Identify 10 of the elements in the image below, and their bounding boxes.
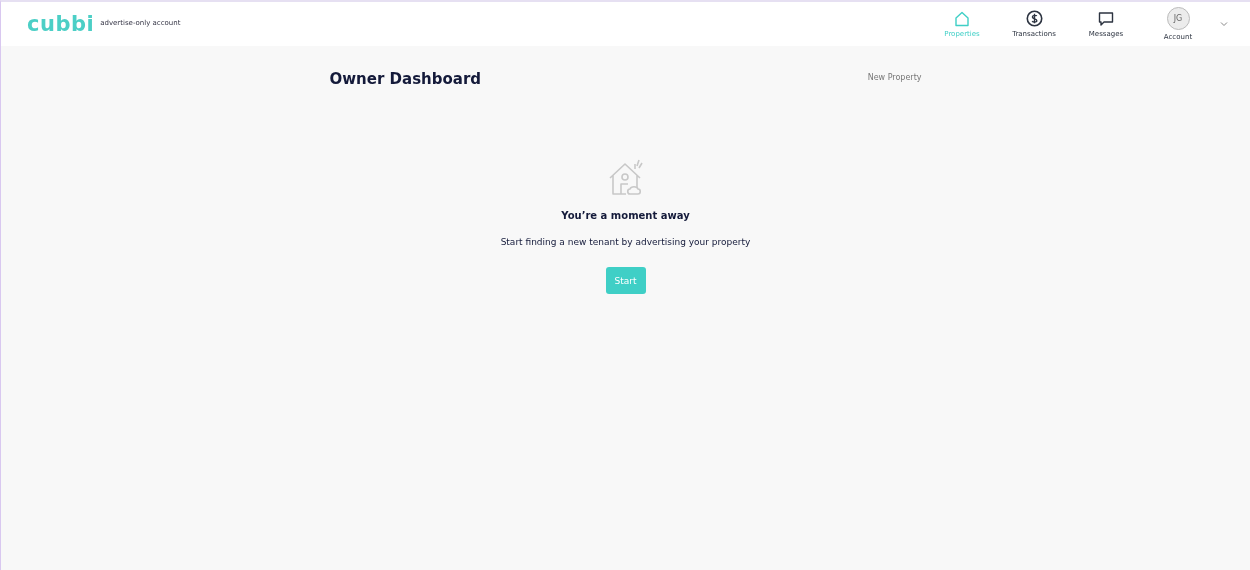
new-property-link[interactable]: New Property: [867, 73, 922, 82]
page-title: Owner Dashboard: [329, 70, 482, 88]
dollar-icon: [1025, 10, 1043, 27]
house-icon: [954, 10, 970, 27]
house-icon: [607, 158, 644, 196]
empty-state-heading: You’re a moment away: [561, 210, 690, 221]
avatar: JG: [1166, 7, 1190, 30]
chevron-down-icon[interactable]: [1220, 21, 1228, 27]
chat-icon: [1098, 10, 1114, 27]
empty-state-text: Start finding a new tenant by advertising your property: [500, 237, 751, 247]
